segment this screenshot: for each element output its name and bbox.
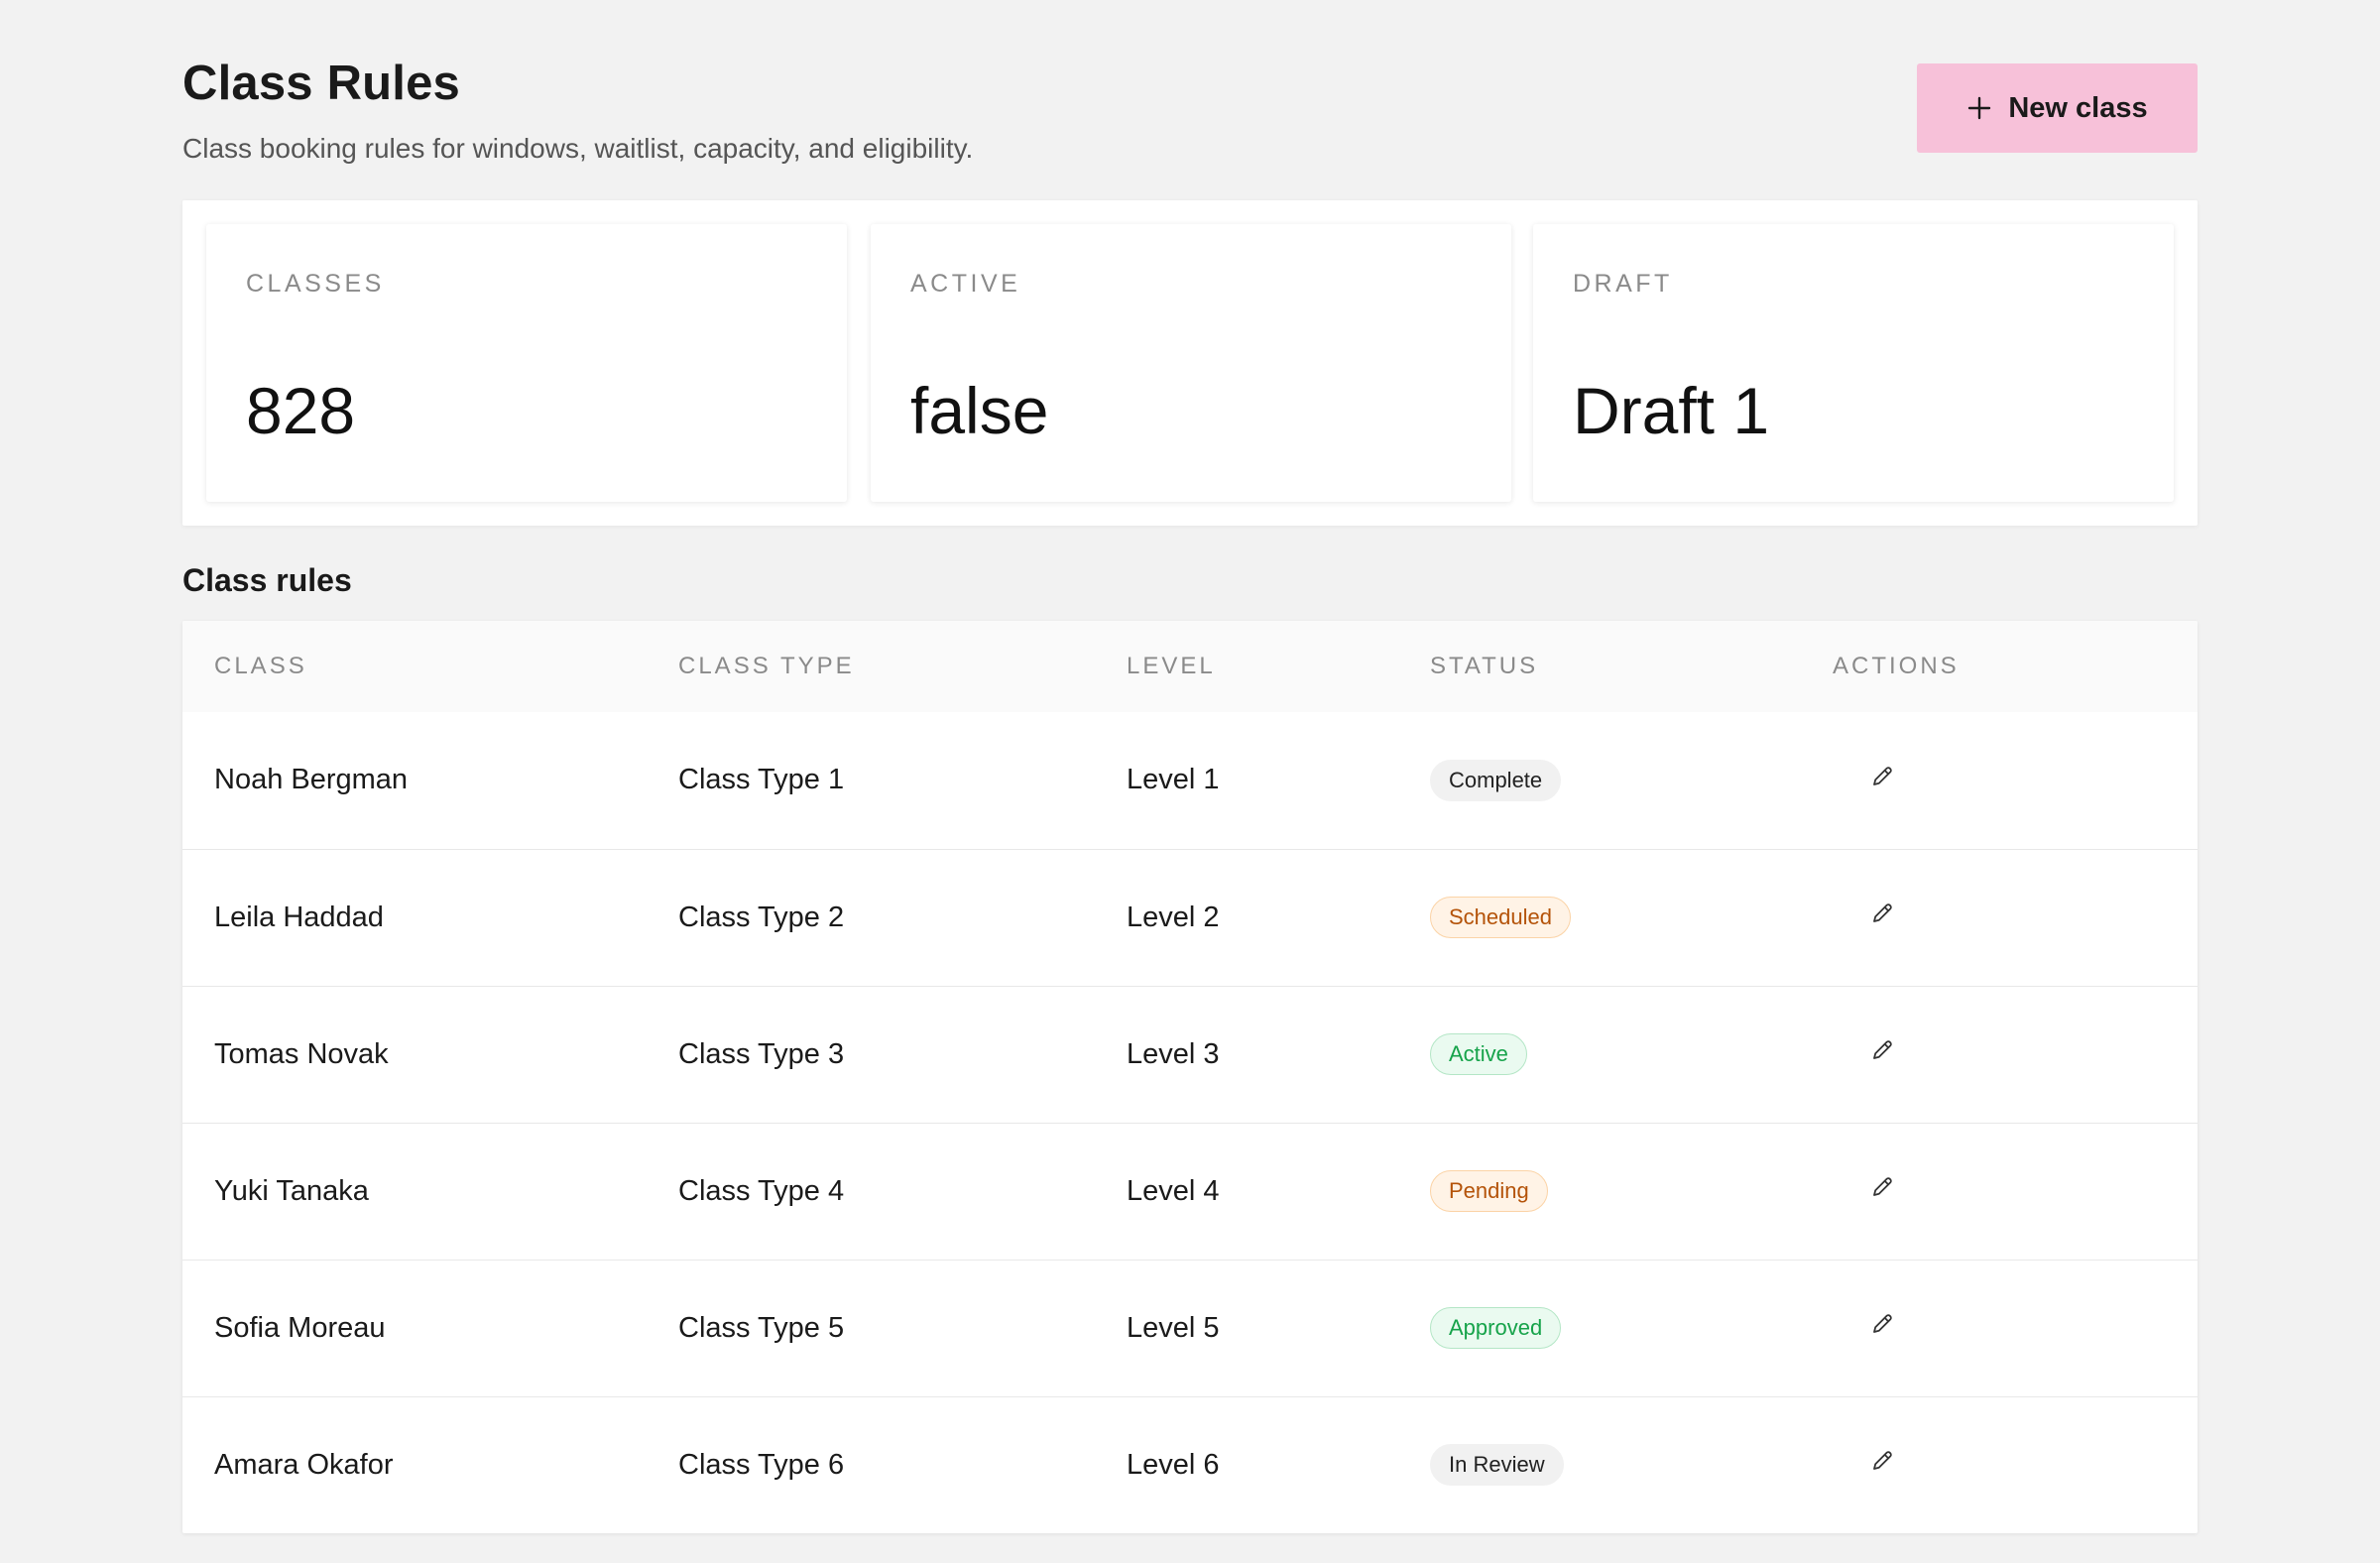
- pencil-icon: [1868, 1310, 1896, 1346]
- cell-level: Level 1: [1127, 764, 1220, 796]
- cell-status: Approved: [1430, 1260, 1833, 1396]
- status-badge: Complete: [1430, 759, 1562, 801]
- column-header-class: CLASS: [214, 653, 307, 679]
- status-badge: In Review: [1430, 1444, 1564, 1487]
- cell-level: Level 4: [1127, 1174, 1220, 1207]
- cell-actions: [1833, 986, 2198, 1123]
- edit-button[interactable]: [1862, 1171, 1902, 1211]
- cell-actions: [1833, 849, 2198, 986]
- table-row: Tomas Novak Class Type 3 Level 3 Active: [182, 986, 2198, 1123]
- stats-panel: CLASSES 828 ACTIVE false DRAFT Draft 1: [182, 200, 2198, 526]
- table-row: Amara Okafor Class Type 6 Level 6 In Rev…: [182, 1396, 2198, 1533]
- cell-actions: [1833, 712, 2198, 849]
- stat-card-classes: CLASSES 828: [206, 224, 847, 502]
- table-row: Sofia Moreau Class Type 5 Level 5 Approv…: [182, 1260, 2198, 1396]
- cell-status: Pending: [1430, 1123, 1833, 1260]
- column-header-level: LEVEL: [1127, 653, 1216, 679]
- column-header-actions: ACTIONS: [1833, 653, 1960, 679]
- status-badge: Pending: [1430, 1169, 1548, 1213]
- stat-value: false: [910, 374, 1049, 447]
- stat-label: ACTIVE: [910, 270, 1021, 298]
- cell-class: Leila Haddad: [214, 901, 384, 933]
- cell-level: Level 3: [1127, 1037, 1220, 1070]
- edit-button[interactable]: [1862, 1308, 1902, 1348]
- page-title: Class Rules: [182, 57, 461, 110]
- cell-class-type: Class Type 3: [678, 1037, 845, 1070]
- stat-value: 828: [246, 374, 356, 447]
- cell-class-type: Class Type 4: [678, 1174, 845, 1207]
- table-row: Noah Bergman Class Type 1 Level 1 Comple…: [182, 712, 2198, 849]
- table-header-row: CLASS CLASS TYPE LEVEL STATUS ACTIONS: [182, 621, 2198, 712]
- status-badge: Active: [1430, 1032, 1527, 1076]
- class-rules-page: Class Rules Class booking rules for wind…: [182, 0, 2198, 1533]
- new-class-button[interactable]: New class: [1917, 63, 2198, 153]
- status-badge: Approved: [1430, 1306, 1562, 1350]
- class-rules-table: CLASS CLASS TYPE LEVEL STATUS ACTIONS No…: [182, 621, 2198, 1533]
- plus-icon: [1966, 95, 1992, 121]
- cell-class-type: Class Type 2: [678, 901, 845, 933]
- cell-status: Complete: [1430, 712, 1833, 849]
- cell-actions: [1833, 1123, 2198, 1260]
- edit-button[interactable]: [1862, 1445, 1902, 1485]
- stat-value: Draft 1: [1573, 374, 1770, 447]
- column-header-class-type: CLASS TYPE: [678, 653, 855, 679]
- pencil-icon: [1868, 1036, 1896, 1072]
- cell-class: Yuki Tanaka: [214, 1174, 369, 1207]
- stat-card-draft: DRAFT Draft 1: [1533, 224, 2174, 502]
- section-title: Class rules: [182, 562, 352, 598]
- cell-class-type: Class Type 6: [678, 1448, 845, 1481]
- cell-class: Sofia Moreau: [214, 1311, 386, 1344]
- pencil-icon: [1868, 900, 1896, 935]
- pencil-icon: [1868, 763, 1896, 798]
- pencil-icon: [1868, 1173, 1896, 1209]
- stat-label: DRAFT: [1573, 270, 1673, 298]
- stat-label: CLASSES: [246, 270, 385, 298]
- cell-level: Level 2: [1127, 901, 1220, 933]
- edit-button[interactable]: [1862, 761, 1902, 800]
- cell-status: In Review: [1430, 1396, 1833, 1533]
- cell-class-type: Class Type 1: [678, 764, 845, 796]
- cell-status: Active: [1430, 986, 1833, 1123]
- page-header: Class Rules Class booking rules for wind…: [182, 0, 2198, 198]
- cell-level: Level 5: [1127, 1311, 1220, 1344]
- status-badge: Scheduled: [1430, 896, 1571, 939]
- edit-button[interactable]: [1862, 1034, 1902, 1074]
- table-row: Leila Haddad Class Type 2 Level 2 Schedu…: [182, 849, 2198, 986]
- stat-card-active: ACTIVE false: [871, 224, 1511, 502]
- edit-button[interactable]: [1862, 898, 1902, 937]
- new-class-button-label: New class: [2008, 91, 2148, 124]
- cell-class: Noah Bergman: [214, 764, 409, 796]
- column-header-status: STATUS: [1430, 653, 1539, 679]
- cell-class: Tomas Novak: [214, 1037, 389, 1070]
- cell-actions: [1833, 1396, 2198, 1533]
- cell-class: Amara Okafor: [214, 1448, 394, 1481]
- table-row: Yuki Tanaka Class Type 4 Level 4 Pending: [182, 1123, 2198, 1260]
- cell-level: Level 6: [1127, 1448, 1220, 1481]
- pencil-icon: [1868, 1447, 1896, 1483]
- page-subtitle: Class booking rules for windows, waitlis…: [182, 133, 974, 164]
- cell-status: Scheduled: [1430, 849, 1833, 986]
- cell-actions: [1833, 1260, 2198, 1396]
- cell-class-type: Class Type 5: [678, 1311, 845, 1344]
